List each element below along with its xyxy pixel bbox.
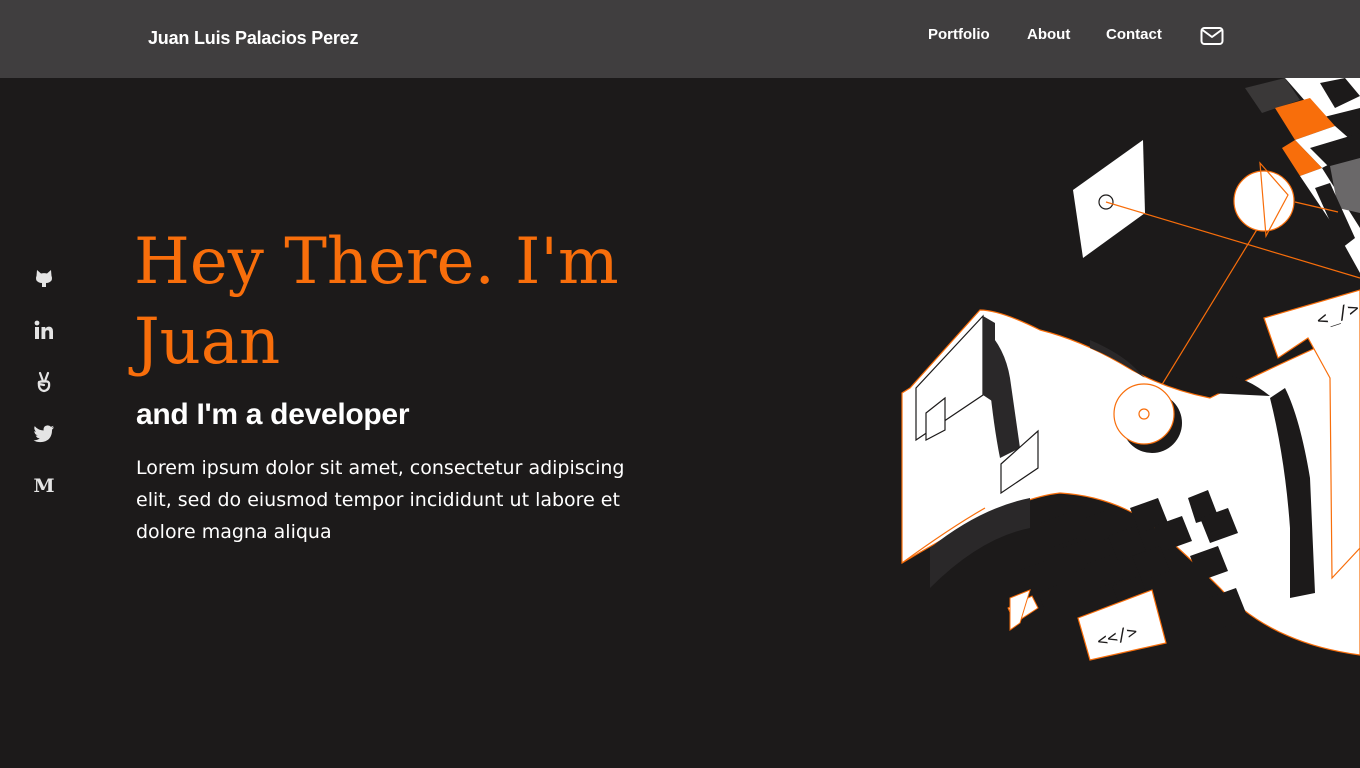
- nav-portfolio-link[interactable]: Portfolio: [928, 26, 990, 46]
- brand-name-link[interactable]: Juan Luis Palacios Perez: [148, 28, 358, 49]
- mail-icon[interactable]: [1200, 26, 1224, 46]
- medium-icon[interactable]: M: [30, 472, 58, 500]
- github-icon[interactable]: [30, 264, 58, 292]
- top-navigation-bar: Juan Luis Palacios Perez Portfolio About…: [0, 0, 1360, 78]
- angellist-icon[interactable]: [30, 368, 58, 396]
- hero-subtitle: and I'm a developer: [136, 398, 410, 431]
- floating-card: [1073, 140, 1145, 258]
- linkedin-icon[interactable]: [30, 316, 58, 344]
- twitter-icon[interactable]: [30, 420, 58, 448]
- hero-description: Lorem ipsum dolor sit amet, consectetur …: [136, 457, 625, 543]
- developer-illustration: <_/> <</>: [890, 78, 1360, 678]
- medium-glyph: M: [33, 474, 55, 497]
- hero-title: Hey There. I'm Juan: [134, 225, 619, 379]
- nav-contact-link[interactable]: Contact: [1106, 26, 1162, 46]
- nav-about-link[interactable]: About: [1027, 26, 1070, 46]
